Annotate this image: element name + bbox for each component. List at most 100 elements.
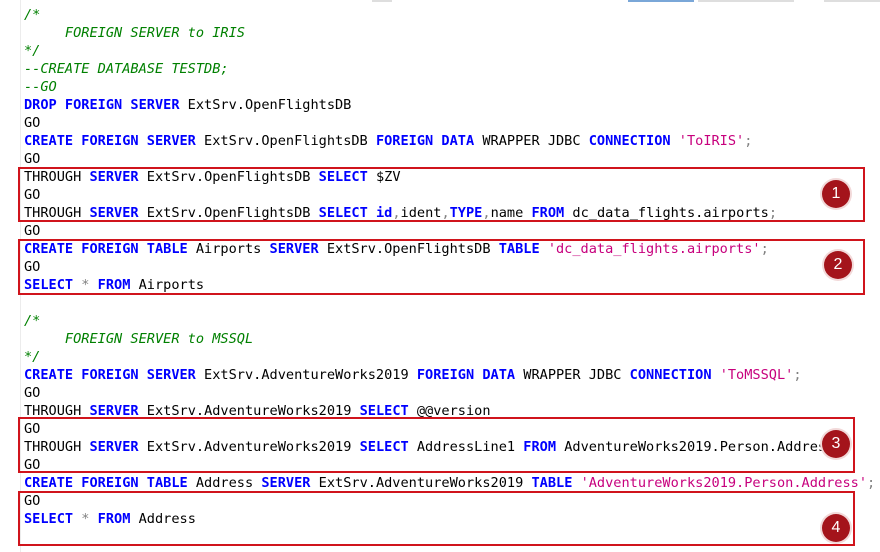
code-text[interactable]: GO xyxy=(24,384,40,402)
code-line[interactable]: 1GO xyxy=(0,186,880,204)
code-line[interactable]: 5GO xyxy=(0,258,880,276)
sql-keyword: TYPE xyxy=(449,205,483,221)
code-line[interactable]: 7 xyxy=(0,294,880,312)
code-line[interactable]: 3*/ xyxy=(0,42,880,60)
code-text[interactable]: GO xyxy=(24,222,40,240)
code-line[interactable]: 4CREATE FOREIGN TABLE Airports SERVER Ex… xyxy=(0,240,880,258)
sql-identifier: dc_data_flights.airports xyxy=(564,205,769,221)
sql-identifier: ident xyxy=(400,205,442,221)
code-line[interactable]: 6DROP FOREIGN SERVER ExtSrv.OpenFlightsD… xyxy=(0,96,880,114)
code-line[interactable]: 0SELECT * FROM Address xyxy=(0,510,880,528)
sql-keyword: FROM xyxy=(523,439,557,455)
sql-keyword: SELECT xyxy=(24,277,74,293)
sql-operator: ; xyxy=(768,205,778,221)
code-text[interactable]: CREATE FOREIGN TABLE Airports SERVER Ext… xyxy=(24,240,769,258)
sql-identifier xyxy=(368,205,376,221)
code-text[interactable]: */ xyxy=(24,42,40,60)
sql-identifier: THROUGH xyxy=(24,403,90,419)
sql-keyword: CONNECTION xyxy=(588,133,671,149)
code-line[interactable]: 5--GO xyxy=(0,78,880,96)
sql-keyword: SERVER xyxy=(261,475,311,491)
callout-badge-1: 1 xyxy=(822,180,850,208)
code-line[interactable]: 8CREATE FOREIGN SERVER ExtSrv.OpenFlight… xyxy=(0,132,880,150)
code-line[interactable]: 2GO xyxy=(0,384,880,402)
sql-keyword: FOREIGN DATA xyxy=(416,367,516,383)
code-text[interactable]: THROUGH SERVER ExtSrv.AdventureWorks2019… xyxy=(24,402,491,420)
sql-operator: , xyxy=(482,205,491,221)
code-line[interactable]: 7GO xyxy=(0,456,880,474)
sql-editor[interactable]: 1/*2 FOREIGN SERVER to IRIS3*/4--CREATE … xyxy=(0,0,880,552)
code-text[interactable]: /* xyxy=(24,6,40,24)
code-text[interactable]: THROUGH SERVER ExtSrv.OpenFlightsDB SELE… xyxy=(24,168,401,186)
sql-keyword: DROP FOREIGN SERVER xyxy=(24,97,180,113)
code-text[interactable]: THROUGH SERVER ExtSrv.AdventureWorks2019… xyxy=(24,438,834,456)
code-text[interactable]: SELECT * FROM Address xyxy=(24,510,196,528)
sql-comment: FOREIGN SERVER to IRIS xyxy=(24,25,245,41)
horizontal-scroll-track[interactable] xyxy=(372,0,880,2)
code-line[interactable]: 5GO xyxy=(0,420,880,438)
code-text[interactable]: GO xyxy=(24,150,40,168)
sql-keyword: SERVER xyxy=(89,403,139,419)
code-text[interactable]: --GO xyxy=(24,78,57,96)
code-text[interactable]: --CREATE DATABASE TESTDB; xyxy=(24,60,229,78)
sql-keyword: SERVER xyxy=(89,439,139,455)
sql-keyword: TABLE xyxy=(531,475,573,491)
code-line[interactable]: 0THROUGH SERVER ExtSrv.OpenFlightsDB SEL… xyxy=(0,168,880,186)
sql-keyword: SELECT xyxy=(359,439,409,455)
code-text[interactable]: GO xyxy=(24,492,40,510)
sql-keyword: FOREIGN DATA xyxy=(375,133,475,149)
code-text[interactable]: GO xyxy=(24,456,40,474)
sql-identifier: THROUGH xyxy=(24,169,90,185)
sql-identifier: ExtSrv.AdventureWorks2019 xyxy=(195,367,417,383)
code-text[interactable]: GO xyxy=(24,114,40,132)
code-line[interactable]: 9 FOREIGN SERVER to MSSQL xyxy=(0,330,880,348)
sql-operator: , xyxy=(392,205,401,221)
code-text[interactable]: CREATE FOREIGN TABLE Address SERVER ExtS… xyxy=(24,474,875,492)
code-line[interactable]: 1CREATE FOREIGN SERVER ExtSrv.AdventureW… xyxy=(0,366,880,384)
code-line[interactable]: 4THROUGH SERVER ExtSrv.AdventureWorks201… xyxy=(0,402,880,420)
code-text[interactable]: GO xyxy=(24,186,40,204)
code-text[interactable]: */ xyxy=(24,348,40,366)
callout-badge-3: 3 xyxy=(822,430,850,458)
sql-keyword: CREATE FOREIGN TABLE xyxy=(24,475,188,491)
sql-keyword: SERVER xyxy=(89,205,139,221)
code-line[interactable]: 2THROUGH SERVER ExtSrv.OpenFlightsDB SEL… xyxy=(0,204,880,222)
code-line[interactable]: 8CREATE FOREIGN TABLE Address SERVER Ext… xyxy=(0,474,880,492)
sql-identifier: Address xyxy=(187,475,262,491)
sql-operator: ; xyxy=(793,367,802,383)
code-line[interactable]: 3GO xyxy=(0,222,880,240)
sql-identifier: AddressLine1 xyxy=(408,439,524,455)
sql-identifier: GO xyxy=(24,259,41,275)
code-line[interactable]: 7GO xyxy=(0,114,880,132)
code-line[interactable]: 6SELECT * FROM Airports xyxy=(0,276,880,294)
sql-keyword: SERVER xyxy=(89,169,139,185)
sql-string: 'dc_data_flights.airports' xyxy=(547,241,761,257)
sql-operator: ; xyxy=(760,241,769,257)
code-text[interactable]: GO xyxy=(24,420,40,438)
code-line[interactable]: 2 FOREIGN SERVER to IRIS xyxy=(0,24,880,42)
code-text[interactable]: FOREIGN SERVER to MSSQL xyxy=(24,330,253,348)
sql-identifier: GO xyxy=(24,187,41,203)
code-text[interactable]: THROUGH SERVER ExtSrv.OpenFlightsDB SELE… xyxy=(24,204,777,222)
code-line[interactable]: 9GO xyxy=(0,150,880,168)
sql-comment: FOREIGN SERVER to MSSQL xyxy=(24,331,254,347)
code-text[interactable]: GO xyxy=(24,258,40,276)
code-text[interactable]: CREATE FOREIGN SERVER ExtSrv.OpenFlights… xyxy=(24,132,752,150)
code-line[interactable]: 8/* xyxy=(0,312,880,330)
sql-identifier: THROUGH xyxy=(24,205,90,221)
code-line[interactable]: 9GO xyxy=(0,492,880,510)
code-text[interactable]: FOREIGN SERVER to IRIS xyxy=(24,24,245,42)
code-line[interactable]: 1/* xyxy=(0,6,880,24)
code-line[interactable]: 4--CREATE DATABASE TESTDB; xyxy=(0,60,880,78)
sql-identifier: THROUGH xyxy=(24,439,90,455)
code-line[interactable]: 0*/ xyxy=(0,348,880,366)
code-text[interactable]: SELECT * FROM Airports xyxy=(24,276,204,294)
code-text[interactable]: CREATE FOREIGN SERVER ExtSrv.AdventureWo… xyxy=(24,366,802,384)
sql-comment: /* xyxy=(24,7,41,23)
code-text[interactable]: DROP FOREIGN SERVER ExtSrv.OpenFlightsDB xyxy=(24,96,351,114)
sql-comment: */ xyxy=(24,349,41,365)
sql-keyword: id xyxy=(375,205,393,221)
code-line[interactable]: 6THROUGH SERVER ExtSrv.AdventureWorks201… xyxy=(0,438,880,456)
code-text[interactable]: /* xyxy=(24,312,40,330)
sql-identifier xyxy=(671,133,679,149)
